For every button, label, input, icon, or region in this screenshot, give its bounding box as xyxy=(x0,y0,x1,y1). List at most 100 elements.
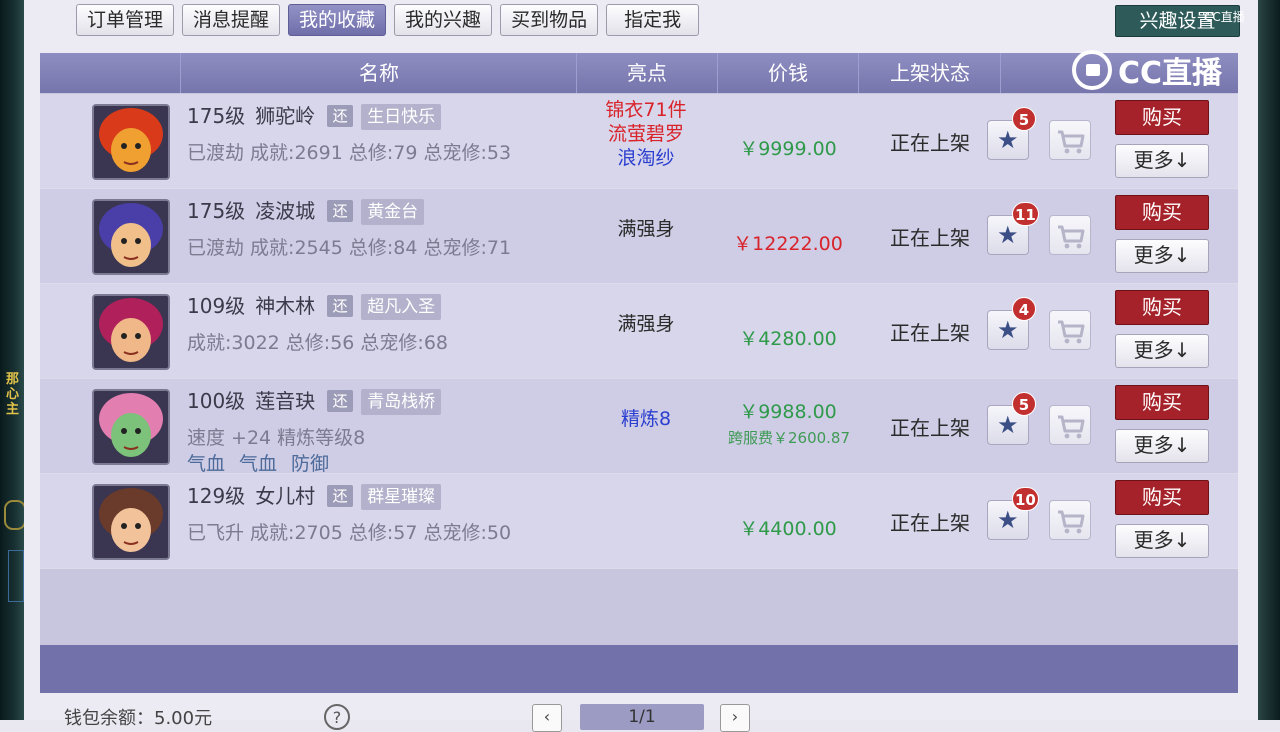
star-icon: ★ xyxy=(997,126,1019,154)
wallet-balance: 钱包余额：5.00元 xyxy=(64,708,213,729)
cart-icon xyxy=(1058,415,1085,439)
item-price: ￥4280.00 xyxy=(739,328,837,350)
cart-icon xyxy=(1058,320,1085,344)
tab-assigned-to-me[interactable]: 指定我 xyxy=(606,4,700,36)
page-indicator: 1/1 xyxy=(580,704,704,730)
background-ornament xyxy=(4,500,26,530)
item-school: 莲音玦 xyxy=(255,389,316,413)
tab-messages[interactable]: 消息提醒 xyxy=(182,4,281,36)
table-row[interactable]: 175级 狮驼岭还生日快乐 已渡劫 成就:2691 总修:79 总宠修:53 锦衣… xyxy=(40,94,1238,189)
watermark-small: CC直播 xyxy=(1204,10,1245,24)
item-title: 175级 狮驼岭还生日快乐 xyxy=(187,100,442,130)
tab-interests[interactable]: 我的兴趣 xyxy=(394,4,493,36)
table-row[interactable]: 175级 凌波城还黄金台 已渡劫 成就:2545 总修:84 总宠修:71 满强身… xyxy=(40,189,1238,284)
item-level: 100级 xyxy=(187,389,246,413)
item-title: 175级 凌波城还黄金台 xyxy=(187,195,425,225)
highlight-cell: 锦衣71件 流萤碧罗 浪淘纱 xyxy=(576,98,716,170)
item-title: 109级 神木林还超凡入圣 xyxy=(187,290,442,320)
add-to-cart-button[interactable] xyxy=(1049,120,1091,160)
bargain-badge: 还 xyxy=(327,390,354,412)
buy-button[interactable]: 购买 xyxy=(1115,100,1209,135)
bargain-badge: 还 xyxy=(327,200,354,222)
more-dropdown-button[interactable]: 更多↓ xyxy=(1115,144,1209,178)
buy-button[interactable]: 购买 xyxy=(1115,195,1209,230)
header-blank xyxy=(40,53,180,93)
tab-orders[interactable]: 订单管理 xyxy=(76,4,175,36)
star-icon: ★ xyxy=(997,411,1019,439)
highlight-cell: 满强身 xyxy=(576,217,716,241)
favorite-count-badge: 11 xyxy=(1012,202,1039,226)
item-level: 129级 xyxy=(187,484,246,508)
highlight-text: 满强身 xyxy=(617,313,675,335)
table-row[interactable]: 129级 女儿村还群星璀璨 已飞升 成就:2705 总修:57 总宠修:50 ￥4… xyxy=(40,474,1238,569)
item-school: 神木林 xyxy=(255,294,316,318)
favorite-button[interactable]: ★ 5 xyxy=(987,392,1036,445)
bargain-badge: 还 xyxy=(327,295,354,317)
favorite-button[interactable]: ★ 11 xyxy=(987,202,1039,255)
buy-button[interactable]: 购买 xyxy=(1115,290,1209,325)
item-title: 129级 女儿村还群星璀璨 xyxy=(187,480,442,510)
favorite-button[interactable]: ★ 10 xyxy=(987,487,1039,540)
cc-logo-icon xyxy=(1072,50,1112,90)
favorite-count-badge: 4 xyxy=(1012,297,1036,321)
cart-icon xyxy=(1058,510,1085,534)
table-footer-bar xyxy=(40,645,1238,693)
blue-hair-warrior-avatar[interactable] xyxy=(92,199,170,275)
more-dropdown-button[interactable]: 更多↓ xyxy=(1115,334,1209,368)
prev-page-button[interactable]: ‹ xyxy=(532,704,562,732)
cc-watermark-text: CC直播 xyxy=(1118,56,1223,91)
highlight-text: 满强身 xyxy=(617,218,675,240)
lotus-jade-avatar[interactable] xyxy=(92,389,170,465)
star-icon: ★ xyxy=(997,221,1019,249)
highlight-text: 锦衣71件 xyxy=(605,99,687,121)
item-title: 100级 莲音玦还青岛栈桥 xyxy=(187,385,442,415)
cart-icon xyxy=(1058,225,1085,249)
add-to-cart-button[interactable] xyxy=(1049,215,1091,255)
red-hair-girl-avatar[interactable] xyxy=(92,294,170,370)
favorite-button[interactable]: ★ 4 xyxy=(987,297,1036,350)
more-dropdown-button[interactable]: 更多↓ xyxy=(1115,239,1209,273)
help-icon[interactable]: ? xyxy=(324,704,350,730)
next-page-button[interactable]: › xyxy=(720,704,750,732)
header-highlight: 亮点 xyxy=(576,53,717,93)
buy-button[interactable]: 购买 xyxy=(1115,480,1209,515)
favorite-button[interactable]: ★ 5 xyxy=(987,107,1036,160)
highlight-text: 流萤碧罗 xyxy=(607,123,684,145)
highlight-text: 浪淘纱 xyxy=(617,147,675,169)
buy-button[interactable]: 购买 xyxy=(1115,385,1209,420)
table-row[interactable]: 100级 莲音玦还青岛栈桥 速度 +24 精炼等级8 气血 气血 防御 精炼8 ￥99… xyxy=(40,379,1238,475)
more-dropdown-button[interactable]: 更多↓ xyxy=(1115,429,1209,463)
item-info: 速度 +24 精炼等级8 xyxy=(187,427,366,449)
add-to-cart-button[interactable] xyxy=(1049,310,1091,350)
server-badge: 青岛栈桥 xyxy=(361,389,442,415)
cross-server-fee: 跨服费￥2600.87 xyxy=(727,429,851,447)
tab-purchased[interactable]: 买到物品 xyxy=(500,4,599,36)
bargain-badge: 还 xyxy=(327,105,354,127)
cc-watermark: CC直播 xyxy=(1072,48,1222,92)
favorite-count-badge: 5 xyxy=(1012,392,1036,416)
item-level: 175级 xyxy=(187,104,246,128)
lion-demon-avatar[interactable] xyxy=(92,104,170,180)
table-row[interactable]: 109级 神木林还超凡入圣 成就:3022 总修:56 总宠修:68 满强身 ￥4… xyxy=(40,284,1238,379)
highlight-text: 精炼8 xyxy=(620,408,672,430)
server-badge: 超凡入圣 xyxy=(361,294,442,320)
item-info: 已渡劫 成就:2545 总修:84 总宠修:71 xyxy=(187,237,512,259)
favorite-count-badge: 5 xyxy=(1012,107,1036,131)
add-to-cart-button[interactable] xyxy=(1049,500,1091,540)
server-badge: 生日快乐 xyxy=(361,104,442,130)
header-name: 名称 xyxy=(180,53,577,93)
game-background-right xyxy=(1258,0,1280,720)
favorites-panel: 订单管理 消息提醒 我的收藏 我的兴趣 买到物品 指定我 兴趣设置 CC直播 名… xyxy=(24,0,1258,732)
item-info: 已飞升 成就:2705 总修:57 总宠修:50 xyxy=(187,522,512,544)
attribute-tag: 气血 xyxy=(239,453,278,475)
headband-girl-avatar[interactable] xyxy=(92,484,170,560)
item-level: 109级 xyxy=(187,294,246,318)
server-badge: 群星璀璨 xyxy=(361,484,442,510)
item-price: ￥9988.00 xyxy=(739,401,837,423)
listing-status: 正在上架 xyxy=(890,321,970,345)
more-dropdown-button[interactable]: 更多↓ xyxy=(1115,524,1209,558)
favorite-count-badge: 10 xyxy=(1012,487,1039,511)
background-box xyxy=(8,550,24,602)
add-to-cart-button[interactable] xyxy=(1049,405,1091,445)
tab-favorites[interactable]: 我的收藏 xyxy=(288,4,387,36)
